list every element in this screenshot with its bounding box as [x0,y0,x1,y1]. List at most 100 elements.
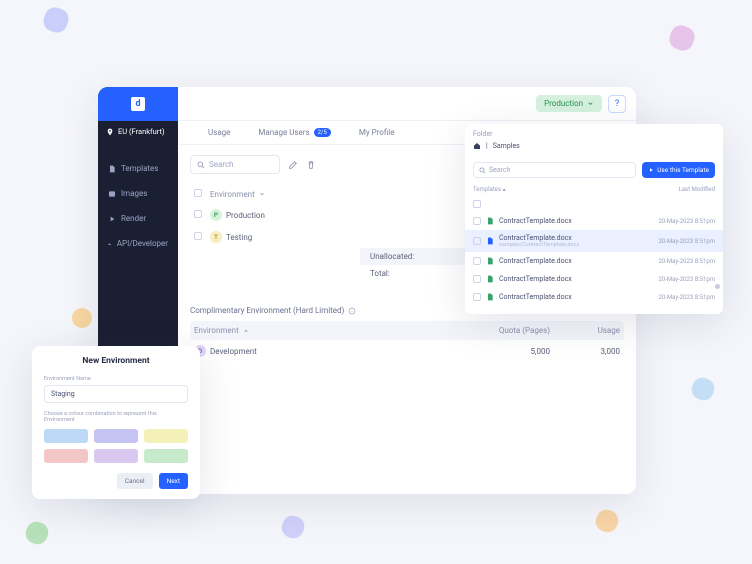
docx-file-icon [486,216,494,226]
env-name-value: Staging [51,390,75,398]
tab-label: My Profile [359,128,395,137]
list-item[interactable]: ContractTemplate.docxsamples/ContractTem… [465,230,723,252]
col-quota: Quota (Pages) [450,326,550,335]
env-avatar: T [210,231,222,243]
button-label: Next [167,477,180,485]
sidebar-item-api[interactable]: API/Developer [98,231,178,256]
modal-actions: Cancel Next [44,473,188,489]
field-label: Choose a colour combination to represent… [44,411,188,423]
search-input[interactable]: Search [190,155,280,174]
col-environment[interactable]: Environment [194,326,450,335]
scrollbar-thumb[interactable] [715,284,720,289]
list-item[interactable]: ContractTemplate.docx20-May-2023 8:51pm [465,270,723,288]
templates-header: Templates ▴ Last Modified [465,184,723,196]
users-badge: 2/5 [314,128,331,137]
decor-square [69,305,95,331]
col-templates[interactable]: Templates ▴ [473,186,506,193]
row-checkbox[interactable] [473,257,481,265]
color-swatch[interactable] [144,429,188,443]
decor-square [689,375,717,403]
home-icon [473,142,481,150]
tab-label: Manage Users [258,128,309,137]
color-swatch[interactable] [144,449,188,463]
field-label: Environment Name [44,376,188,382]
row-checkbox[interactable] [473,275,481,283]
sidebar-item-images[interactable]: Images [98,181,178,206]
key-icon [108,240,112,248]
logo-block: d [98,87,178,121]
chevron-down-icon [259,191,265,197]
info-icon[interactable] [348,307,356,315]
section-title-text: Complimentary Environment (Hard Limited) [190,306,344,315]
template-path: samples/ContractTemplate.docx [499,242,653,248]
templates-search[interactable]: Search [473,162,636,178]
breadcrumb[interactable]: | Samples [465,142,723,156]
search-icon [197,161,205,169]
template-date: 20-May-2023 8:51pm [658,238,715,245]
sidebar-item-label: Render [121,214,146,223]
tab-usage[interactable]: Usage [208,128,230,137]
divider: | [486,142,488,150]
topbar: Production ? [178,87,636,121]
col-usage: Usage [550,326,620,335]
folder-label: Folder [465,124,723,142]
chevron-up-icon [243,328,249,334]
environment-pill[interactable]: Production [536,95,602,112]
docx-file-icon [486,256,494,266]
templates-toolbar: Search Use this Template [465,156,723,184]
help-label: ? [615,99,619,109]
sidebar-item-render[interactable]: Render [98,206,178,231]
checkbox-all[interactable] [194,189,202,197]
decor-square [593,507,621,535]
table-row[interactable]: D Development 5,000 3,000 [190,340,624,362]
play-icon [648,167,654,173]
image-icon [108,190,116,198]
total-label: Total: [370,269,390,278]
template-date: 20-May-2023 8:51pm [658,258,715,265]
color-swatch[interactable] [94,429,138,443]
list-item[interactable]: ContractTemplate.docx 20-May-2023 8:51pm [465,252,723,270]
color-swatch[interactable] [44,449,88,463]
checkbox-all[interactable] [473,200,481,208]
row-checkbox[interactable] [473,217,481,225]
table-header: Environment Quota (Pages) Usage [190,321,624,340]
button-label: Cancel [125,477,145,485]
docx-file-icon [486,274,494,284]
cancel-button[interactable]: Cancel [117,473,153,489]
new-environment-modal: New Environment Environment Name Staging… [32,346,200,499]
file-icon [108,165,116,173]
use-template-button[interactable]: Use this Template [642,162,715,178]
next-button[interactable]: Next [159,473,188,489]
template-date: 20-May-2023 8:51pm [658,294,715,301]
delete-icon[interactable] [306,160,316,170]
complimentary-table: Environment Quota (Pages) Usage D Develo… [190,321,624,362]
color-swatch[interactable] [94,449,138,463]
env-name-input[interactable]: Staging [44,385,188,403]
sidebar-item-templates[interactable]: Templates [98,156,178,181]
help-button[interactable]: ? [608,95,626,113]
decor-square [667,23,698,54]
tab-my-profile[interactable]: My Profile [359,128,395,137]
tab-manage-users[interactable]: Manage Users 2/5 [258,128,330,137]
template-name: ContractTemplate.docx [499,257,653,265]
row-checkbox[interactable] [473,237,481,245]
templates-list: ContractTemplate.docx20-May-2023 8:51pmC… [465,196,723,314]
region-selector[interactable]: EU (Frankfurt) [98,121,178,142]
breadcrumb-item: Samples [493,142,520,150]
template-name: ContractTemplate.docx [499,217,653,225]
edit-icon[interactable] [288,160,298,170]
quota-value: 5,000 [450,347,550,356]
row-checkbox[interactable] [194,210,202,218]
usage-value: 3,000 [550,347,620,356]
color-swatch[interactable] [44,429,88,443]
sidebar-item-label: Templates [121,164,158,173]
template-name: ContractTemplate.docx [499,275,653,283]
color-swatches [44,429,188,463]
list-item[interactable]: ContractTemplate.docx20-May-2023 8:51pm [465,212,723,230]
row-checkbox[interactable] [194,232,202,240]
row-checkbox[interactable] [473,293,481,301]
decor-square [41,5,72,36]
env-name: Development [210,347,257,356]
col-label: Templates [473,186,501,193]
list-item[interactable]: ContractTemplate.docx20-May-2023 8:51pm [465,288,723,306]
